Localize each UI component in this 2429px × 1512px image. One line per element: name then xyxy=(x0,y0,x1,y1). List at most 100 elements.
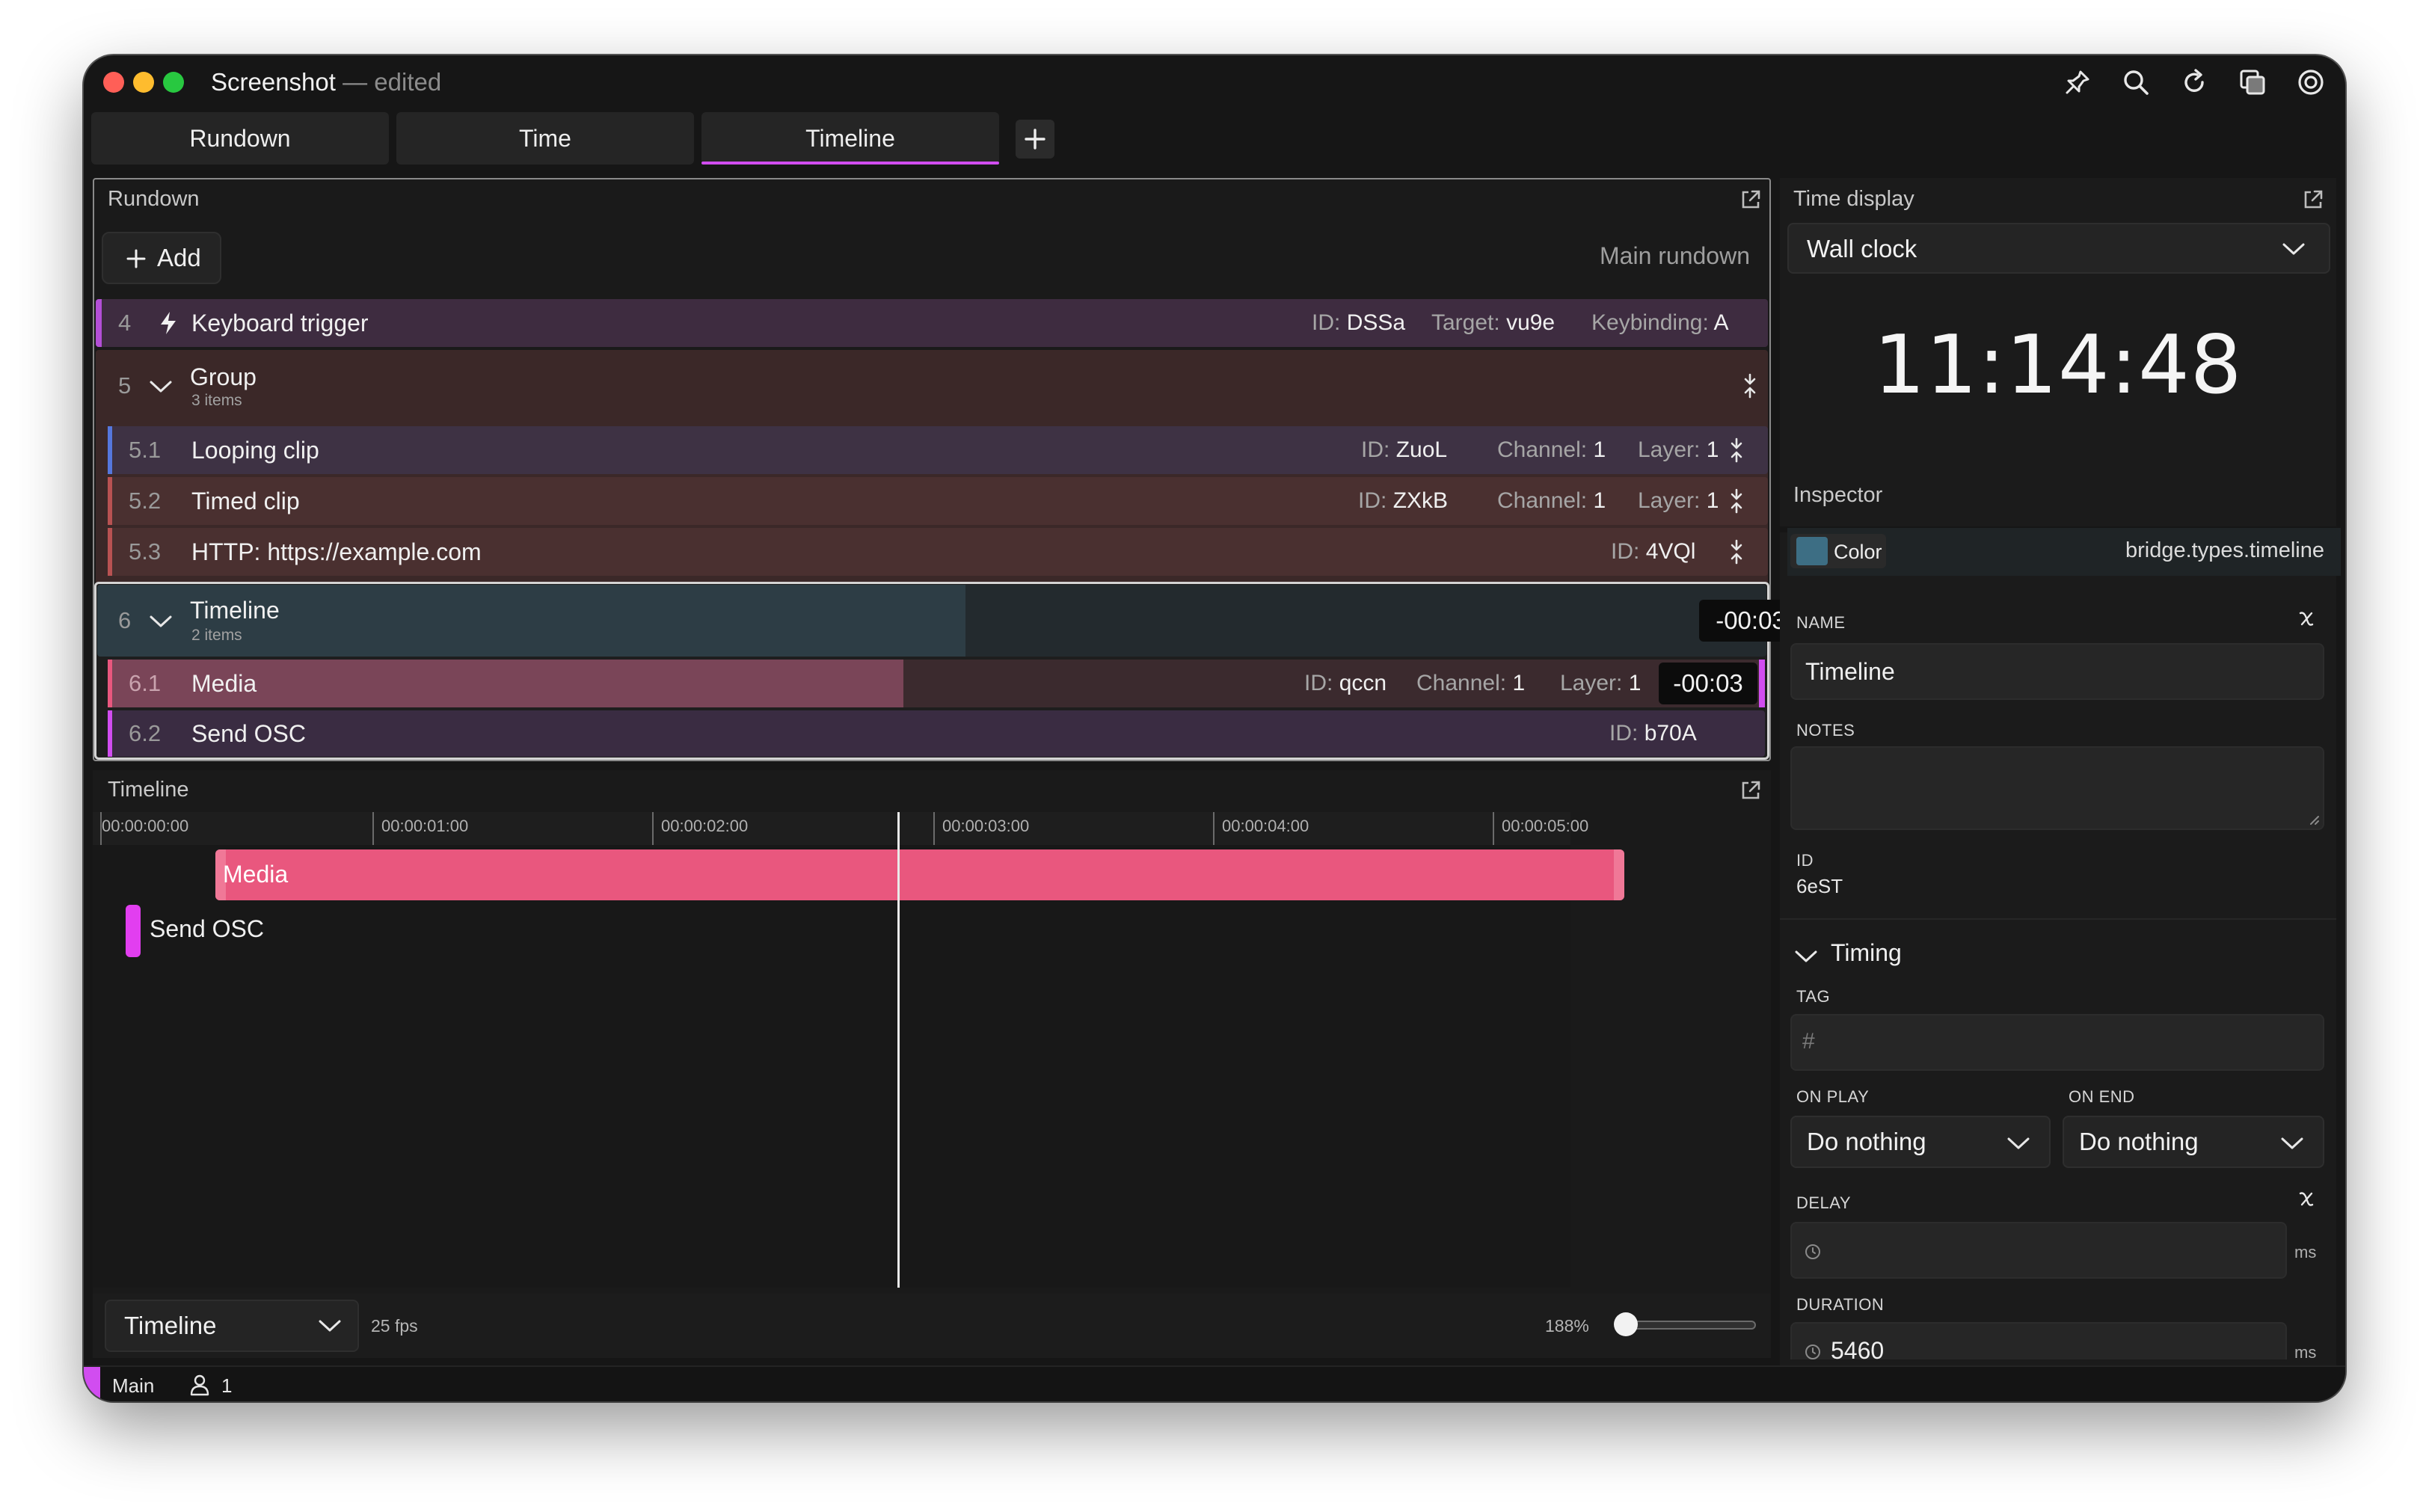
variable-icon[interactable] xyxy=(2296,607,2317,630)
item-channel: Channel: 1 xyxy=(1497,477,1606,525)
ignore-end-icon[interactable] xyxy=(1728,437,1745,464)
reload-icon[interactable] xyxy=(2178,66,2211,99)
timing-section-header[interactable]: Timing xyxy=(1831,939,1902,967)
tag-placeholder: # xyxy=(1802,1029,1815,1054)
workspace-name[interactable]: Main xyxy=(112,1374,154,1398)
tag-input[interactable]: # xyxy=(1790,1014,2324,1071)
close-window-button[interactable] xyxy=(103,72,124,93)
add-tab-button[interactable] xyxy=(1016,120,1054,159)
delay-input[interactable] xyxy=(1790,1222,2287,1279)
item-type: bridge.types.timeline xyxy=(2125,538,2324,562)
meta-key: ID: xyxy=(1609,721,1639,746)
zoom-window-button[interactable] xyxy=(163,72,184,93)
rundown-item[interactable]: 5.2 Timed clip ID: ZXkB Channel: 1 Layer… xyxy=(108,477,1768,525)
settings-icon[interactable] xyxy=(2294,66,2327,99)
active-tab-indicator xyxy=(701,162,999,165)
group-header[interactable]: 5 Group 3 items xyxy=(96,350,1768,423)
item-name: Send OSC xyxy=(191,720,306,747)
item-name: Keyboard trigger xyxy=(191,310,369,336)
tab-time[interactable]: Time xyxy=(396,112,694,165)
rundown-item[interactable]: 6.2 Send OSC ID: b70A xyxy=(108,710,1765,757)
chevron-down-icon[interactable] xyxy=(1793,948,1819,965)
item-number: 5.2 xyxy=(129,488,162,514)
duration-input[interactable]: 5460 xyxy=(1790,1322,2287,1359)
clip-handle-right[interactable] xyxy=(1614,849,1624,900)
window-title-text: Screenshot xyxy=(211,68,336,96)
variable-icon[interactable] xyxy=(2296,1187,2317,1210)
timeline-selector-value: Timeline xyxy=(124,1312,217,1339)
meta-key: Channel: xyxy=(1497,437,1588,462)
ruler-tick xyxy=(652,812,654,845)
timeline-ruler[interactable]: 00:00:00:00 00:00:01:00 00:00:02:00 00:0… xyxy=(93,812,1588,845)
send-osc-clip[interactable] xyxy=(126,905,141,957)
chevron-down-icon xyxy=(2281,1137,2303,1149)
ignore-end-icon[interactable] xyxy=(1741,372,1759,399)
meta-value: 1 xyxy=(1628,671,1642,695)
item-layer: Layer: 1 xyxy=(1560,660,1641,707)
tab-timeline[interactable]: Timeline xyxy=(701,112,999,165)
duration-label: DURATION xyxy=(1796,1295,1885,1314)
resize-handle-icon[interactable] xyxy=(2308,814,2320,826)
ignore-end-icon[interactable] xyxy=(1728,538,1745,565)
zoom-slider-thumb[interactable] xyxy=(1614,1312,1638,1336)
item-number: 5.1 xyxy=(129,437,162,463)
id-value: 6eST xyxy=(1796,875,1843,897)
meta-key: Layer: xyxy=(1638,488,1701,513)
color-picker[interactable]: Color xyxy=(1790,534,1886,568)
item-name: Timeline xyxy=(190,597,280,624)
lightning-icon xyxy=(161,312,176,334)
ruler-label: 00:00:00:00 xyxy=(102,817,189,835)
tab-rundown[interactable]: Rundown xyxy=(91,112,389,165)
name-input[interactable]: Timeline xyxy=(1790,643,2324,700)
ruler-label: 00:00:01:00 xyxy=(381,817,469,835)
rundown-item[interactable]: 6.1 Media ID: qccn Channel: 1 Layer: 1 -… xyxy=(108,660,1765,707)
rundown-item[interactable]: 4 Keyboard trigger ID: DSSa Target: vu9e… xyxy=(96,299,1768,347)
timeline-panel-label: Timeline xyxy=(108,778,189,802)
time-display-mode-select[interactable]: Wall clock xyxy=(1787,223,2330,274)
notes-textarea[interactable] xyxy=(1790,746,2324,830)
item-id: ID: ZXkB xyxy=(1358,477,1448,525)
tag-label: TAG xyxy=(1796,987,1831,1006)
item-number: 6.2 xyxy=(129,720,162,746)
chevron-down-icon[interactable] xyxy=(148,378,174,395)
meta-key: Keybinding: xyxy=(1591,310,1709,335)
item-color-strip xyxy=(108,710,112,757)
item-color-strip xyxy=(108,660,112,707)
inspector-label: Inspector xyxy=(1793,483,1883,507)
add-item-button[interactable]: Add xyxy=(102,232,221,284)
pin-icon[interactable] xyxy=(2061,66,2094,99)
name-field-label: NAME xyxy=(1796,613,1846,632)
rundown-item[interactable]: 5.3 HTTP: https://example.com ID: 4VQl xyxy=(108,528,1768,576)
popout-icon[interactable] xyxy=(2302,188,2324,211)
color-label: Color xyxy=(1834,541,1882,563)
playhead[interactable] xyxy=(897,812,900,1288)
user-icon xyxy=(190,1374,209,1396)
chevron-down-icon[interactable] xyxy=(148,613,174,630)
item-name: Group xyxy=(190,363,257,390)
ignore-end-icon[interactable] xyxy=(1728,488,1745,514)
timeline-selector[interactable]: Timeline xyxy=(105,1300,359,1352)
item-channel: Channel: 1 xyxy=(1497,426,1606,474)
item-target: Target: vu9e xyxy=(1431,299,1555,347)
plus-icon xyxy=(126,249,146,268)
rundown-name: Main rundown xyxy=(1600,242,1750,269)
meta-value: 1 xyxy=(1706,437,1719,462)
media-clip[interactable]: Media xyxy=(215,849,1624,900)
windows-icon[interactable] xyxy=(2236,66,2269,99)
window-title: Screenshot — edited xyxy=(211,66,441,99)
ruler-tick xyxy=(1213,812,1214,845)
rundown-item[interactable]: 5.1 Looping clip ID: ZuoL Channel: 1 Lay… xyxy=(108,426,1768,474)
popout-icon[interactable] xyxy=(1739,779,1762,802)
item-id: ID: ZuoL xyxy=(1361,426,1447,474)
on-end-select[interactable]: Do nothing xyxy=(2063,1116,2324,1168)
zoom-slider[interactable] xyxy=(1614,1312,1756,1336)
search-icon[interactable] xyxy=(2119,66,2152,99)
minimize-window-button[interactable] xyxy=(133,72,154,93)
popout-icon[interactable] xyxy=(1739,188,1762,211)
on-play-select[interactable]: Do nothing xyxy=(1790,1116,2051,1168)
group-header[interactable]: 6 Timeline 2 items -00:03 xyxy=(97,585,1802,657)
meta-key: Channel: xyxy=(1497,488,1588,513)
meta-key: Target: xyxy=(1431,310,1500,335)
meta-key: Channel: xyxy=(1416,671,1507,695)
chevron-down-icon xyxy=(319,1320,341,1332)
